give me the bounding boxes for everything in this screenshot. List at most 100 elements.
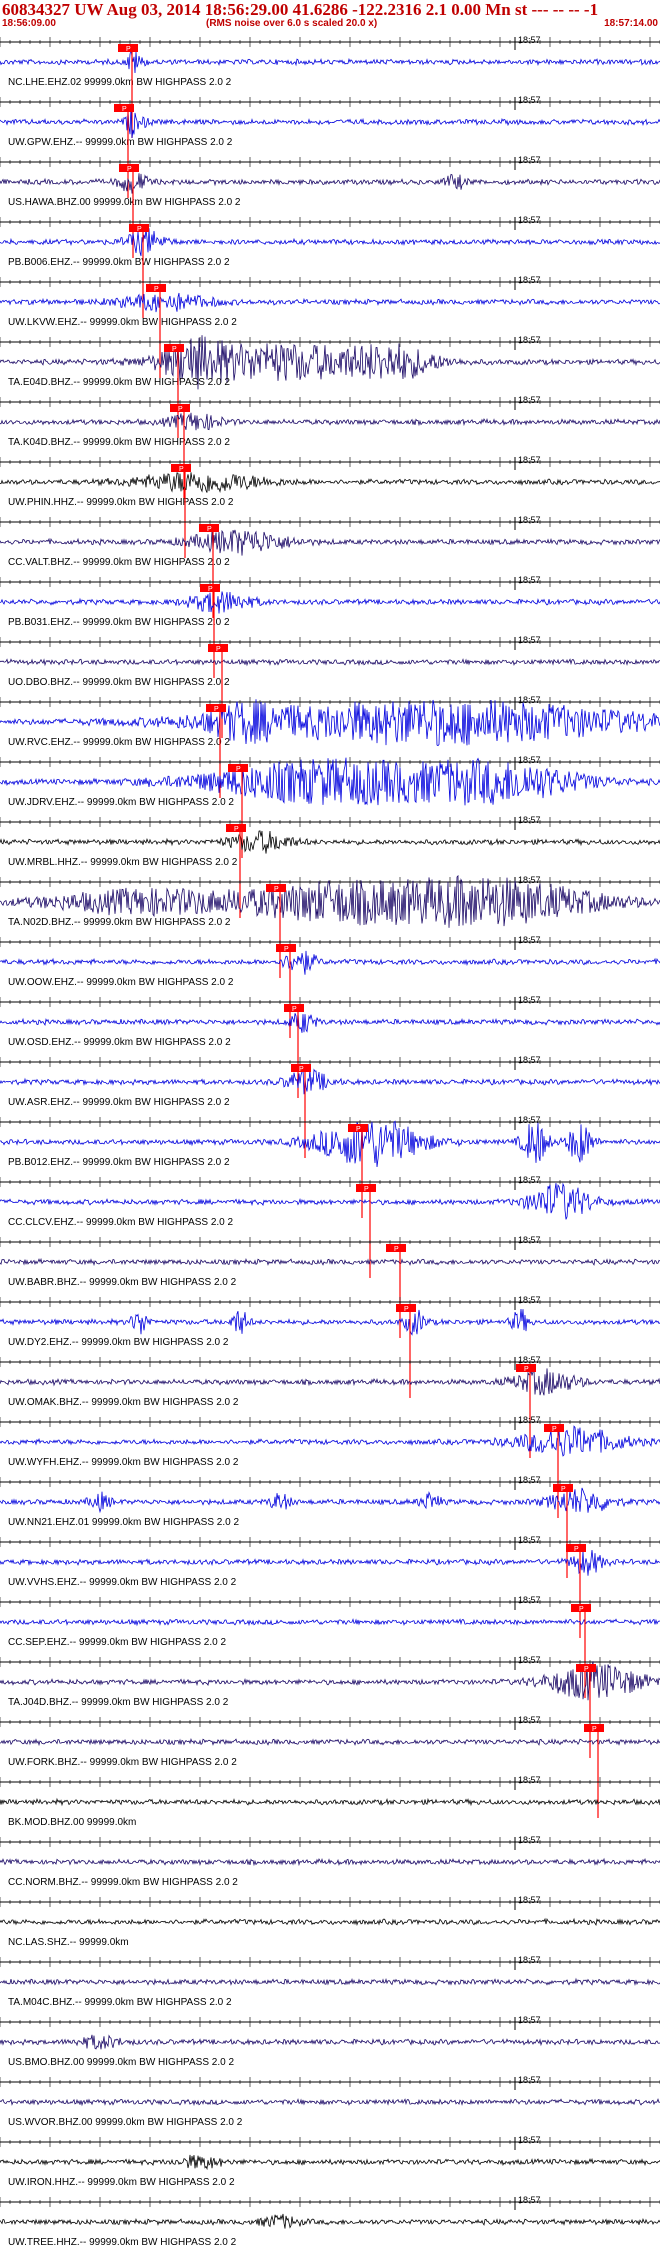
waveform (0, 2034, 660, 2050)
seismogram-traces: 18:57 NC.LHE.EHZ.02 99999.0km BW HIGHPASS… (0, 35, 660, 2248)
waveform (0, 1182, 660, 1220)
station-label: CC.SEP.EHZ.-- 99999.0km BW HIGHPASS 2.0 … (8, 1637, 226, 1648)
pick-flag-label: P (214, 706, 219, 713)
minute-label: 18:57 (518, 1895, 541, 1905)
pick-flag-label: P (137, 226, 142, 233)
station-label: UW.OMAK.BHZ.-- 99999.0km BW HIGHPASS 2.0… (8, 1397, 239, 1408)
minute-label: 18:57 (518, 215, 541, 225)
seismogram-panel: 18:57 NC.LHE.EHZ.02 99999.0km BW HIGHPASS… (0, 30, 660, 2258)
waveform (0, 1917, 660, 1927)
station-label: UW.JDRV.EHZ.-- 99999.0km BW HIGHPASS 2.0… (8, 797, 234, 808)
pick-flag-label: P (154, 286, 159, 293)
trace-20: 18:57 UW.BABR.BHZ.-- 99999.0km BW HIGHPAS… (0, 1235, 660, 1338)
pick-flag-label: P (179, 466, 184, 473)
station-label: UW.FORK.BHZ.-- 99999.0km BW HIGHPASS 2.0… (8, 1757, 237, 1768)
station-label: TA.K04D.BHZ.-- 99999.0km BW HIGHPASS 2.0… (8, 437, 230, 448)
trace-34: 18:57 US.WVOR.BHZ.00 99999.0km BW HIGHPAS… (0, 2075, 660, 2128)
trace-10: 18:57 UO.DBO.BHZ.-- 99999.0km BW HIGHPASS… (0, 635, 660, 738)
waveform (0, 1012, 660, 1033)
minute-label: 18:57 (518, 1475, 541, 1485)
event-title: 60834327 UW Aug 03, 2014 18:56:29.00 41.… (2, 0, 599, 19)
pick-flag-label: P (579, 1606, 584, 1613)
pick-flag-label: P (234, 826, 239, 833)
trace-11: 18:57 UW.RVC.EHZ.-- 99999.0km BW HIGHPASS… (0, 695, 660, 798)
minute-label: 18:57 (518, 95, 541, 105)
minute-label: 18:57 (518, 1295, 541, 1305)
waveform (0, 1368, 660, 1396)
station-label: CC.VALT.BHZ.-- 99999.0km BW HIGHPASS 2.0… (8, 557, 230, 568)
waveform (0, 105, 660, 139)
minute-label: 18:57 (518, 2195, 541, 2205)
waveform (0, 1977, 660, 1986)
rms-note: (RMS noise over 6.0 s scaled 20.0 x) (206, 18, 378, 29)
pick-flag-label: P (524, 1366, 529, 1373)
minute-label: 18:57 (518, 755, 541, 765)
minute-label: 18:57 (518, 1115, 541, 1125)
waveform (0, 472, 660, 494)
record-header: 60834327 UW Aug 03, 2014 18:56:29.00 41.… (0, 0, 660, 30)
waveform (0, 529, 660, 556)
station-label: US.WVOR.BHZ.00 99999.0km BW HIGHPASS 2.0… (8, 2117, 243, 2128)
station-label: UW.OSD.EHZ.-- 99999.0km BW HIGHPASS 2.0 … (8, 1037, 231, 1048)
trace-8: 18:57 CC.VALT.BHZ.-- 99999.0km BW HIGHPAS… (0, 515, 660, 618)
pick-flag-label: P (356, 1126, 361, 1133)
pick-flag-label: P (592, 1726, 597, 1733)
minute-label: 18:57 (518, 2135, 541, 2145)
station-label: UW.DY2.EHZ.-- 99999.0km BW HIGHPASS 2.0 … (8, 1337, 229, 1348)
minute-label: 18:57 (518, 1175, 541, 1185)
station-label: US.HAWA.BHZ.00 99999.0km BW HIGHPASS 2.0… (8, 197, 241, 208)
waveform (0, 228, 660, 257)
minute-label: 18:57 (518, 2075, 541, 2085)
pick-flag-label: P (208, 586, 213, 593)
station-label: TA.E04D.BHZ.-- 99999.0km BW HIGHPASS 2.0… (8, 377, 230, 388)
waveform (0, 950, 660, 975)
end-time: 18:57:14.00 (604, 18, 658, 29)
station-label: UW.ASR.EHZ.-- 99999.0km BW HIGHPASS 2.0 … (8, 1097, 230, 1108)
station-label: TA.J04D.BHZ.-- 99999.0km BW HIGHPASS 2.0… (8, 1697, 229, 1708)
minute-label: 18:57 (518, 35, 541, 45)
pick-flag-label: P (127, 166, 132, 173)
minute-label: 18:57 (518, 635, 541, 645)
station-label: CC.NORM.BHZ.-- 99999.0km BW HIGHPASS 2.0… (8, 1877, 238, 1888)
minute-label: 18:57 (518, 1235, 541, 1245)
waveform (0, 1257, 660, 1267)
minute-label: 18:57 (518, 995, 541, 1005)
trace-31: 18:57 NC.LAS.SHZ.-- 99999.0km (0, 1895, 660, 1948)
waveform (0, 1068, 660, 1095)
minute-label: 18:57 (518, 455, 541, 465)
station-label: UW.RVC.EHZ.-- 99999.0km BW HIGHPASS 2.0 … (8, 737, 230, 748)
minute-label: 18:57 (518, 695, 541, 705)
station-label: US.BMO.BHZ.00 99999.0km BW HIGHPASS 2.0 … (8, 2057, 234, 2068)
minute-label: 18:57 (518, 1655, 541, 1665)
waveform (0, 1857, 660, 1867)
minute-label: 18:57 (518, 1775, 541, 1785)
waveform (0, 49, 660, 74)
station-label: PB.B006.EHZ.-- 99999.0km BW HIGHPASS 2.0… (8, 257, 230, 268)
station-label: UW.PHIN.HHZ.-- 99999.0km BW HIGHPASS 2.0… (8, 497, 234, 508)
trace-36: 18:57 UW.TREE.HHZ.-- 99999.0km BW HIGHPAS… (0, 2195, 660, 2248)
minute-label: 18:57 (518, 2015, 541, 2025)
waveform (0, 173, 660, 194)
pick-flag-label: P (178, 406, 183, 413)
waveform (0, 1618, 660, 1627)
minute-label: 18:57 (518, 395, 541, 405)
station-label: UW.TREE.HHZ.-- 99999.0km BW HIGHPASS 2.0… (8, 2237, 237, 2248)
pick-flag-label: P (299, 1066, 304, 1073)
minute-label: 18:57 (518, 515, 541, 525)
trace-33: 18:57 US.BMO.BHZ.00 99999.0km BW HIGHPASS… (0, 2015, 660, 2068)
station-label: CC.CLCV.EHZ.-- 99999.0km BW HIGHPASS 2.0… (8, 1217, 234, 1228)
minute-label: 18:57 (518, 1355, 541, 1365)
trace-4: 18:57 UW.LKVW.EHZ.-- 99999.0km BW HIGHPAS… (0, 275, 660, 378)
waveform (0, 1737, 660, 1747)
minute-label: 18:57 (518, 815, 541, 825)
pick-flag-label: P (574, 1546, 579, 1553)
pick-flag-label: P (207, 526, 212, 533)
station-label: UW.IRON.HHZ.-- 99999.0km BW HIGHPASS 2.0… (8, 2177, 235, 2188)
station-label: TA.N02D.BHZ.-- 99999.0km BW HIGHPASS 2.0… (8, 917, 231, 928)
minute-label: 18:57 (518, 875, 541, 885)
pick-flag-label: P (284, 946, 289, 953)
start-time: 18:56:09.00 (2, 18, 56, 29)
waveform (0, 591, 660, 614)
pick-flag-label: P (394, 1246, 399, 1253)
station-label: NC.LAS.SHZ.-- 99999.0km (8, 1937, 129, 1948)
